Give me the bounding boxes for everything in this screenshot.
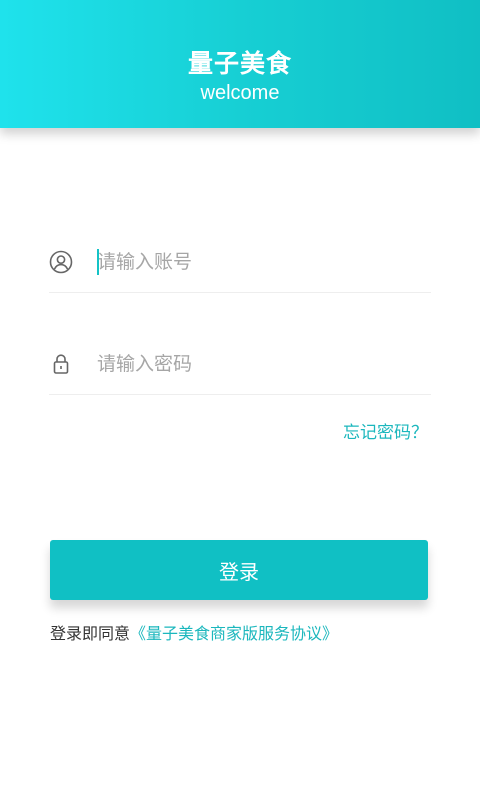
service-agreement-link[interactable]: 《量子美食商家版服务协议》: [130, 624, 338, 643]
account-input[interactable]: [97, 242, 417, 282]
forgot-password-link[interactable]: 忘记密码？: [343, 418, 428, 443]
app-header: 量子美食 welcome: [0, 0, 480, 128]
text-cursor: [97, 249, 99, 275]
lock-icon: [49, 352, 73, 376]
login-screen: 量子美食 welcome 忘记密码？ 登录 登录即同意《量子美食商家版服务协议》: [0, 0, 480, 800]
password-field: [49, 338, 431, 395]
password-input[interactable]: [97, 344, 417, 384]
agreement-prefix: 登录即同意: [50, 624, 131, 643]
user-circle-icon: [49, 250, 73, 274]
welcome-subtitle: welcome: [200, 82, 280, 104]
agreement-text: 登录即同意《量子美食商家版服务协议》: [50, 620, 338, 644]
login-button[interactable]: 登录: [50, 540, 428, 600]
app-title: 量子美食: [187, 49, 292, 78]
account-field: [49, 236, 431, 293]
